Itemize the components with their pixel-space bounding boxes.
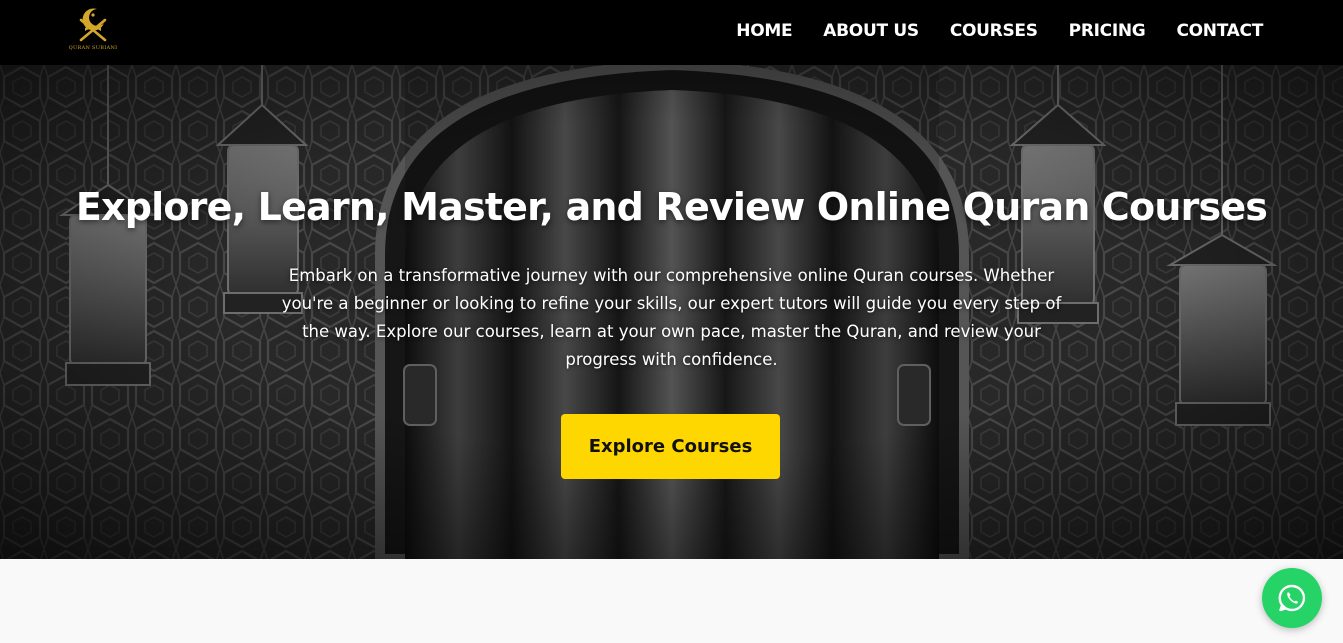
nav-courses[interactable]: COURSES bbox=[950, 21, 1038, 41]
explore-courses-button[interactable]: Explore Courses bbox=[561, 414, 780, 479]
site-logo[interactable]: QURAN SUBIANI bbox=[68, 6, 118, 58]
hero-description: Embark on a transformative journey with … bbox=[281, 266, 1062, 369]
whatsapp-chat-button[interactable] bbox=[1262, 568, 1322, 628]
whatsapp-icon bbox=[1278, 584, 1306, 612]
logo-text: QURAN SUBIANI bbox=[68, 45, 118, 51]
nav-about-us[interactable]: ABOUT US bbox=[823, 21, 919, 41]
nav-contact[interactable]: CONTACT bbox=[1176, 21, 1263, 41]
crescent-quran-stand-icon bbox=[79, 8, 107, 42]
main-nav: HOME ABOUT US COURSES PRICING CONTACT bbox=[705, 0, 1263, 62]
nav-pricing[interactable]: PRICING bbox=[1069, 21, 1146, 41]
nav-home[interactable]: HOME bbox=[736, 21, 792, 41]
hero-section: Explore, Learn, Master, and Review Onlin… bbox=[0, 65, 1343, 559]
hero-title: Explore, Learn, Master, and Review Onlin… bbox=[75, 185, 1268, 229]
top-navigation-bar: QURAN SUBIANI HOME ABOUT US COURSES PRIC… bbox=[0, 0, 1343, 65]
